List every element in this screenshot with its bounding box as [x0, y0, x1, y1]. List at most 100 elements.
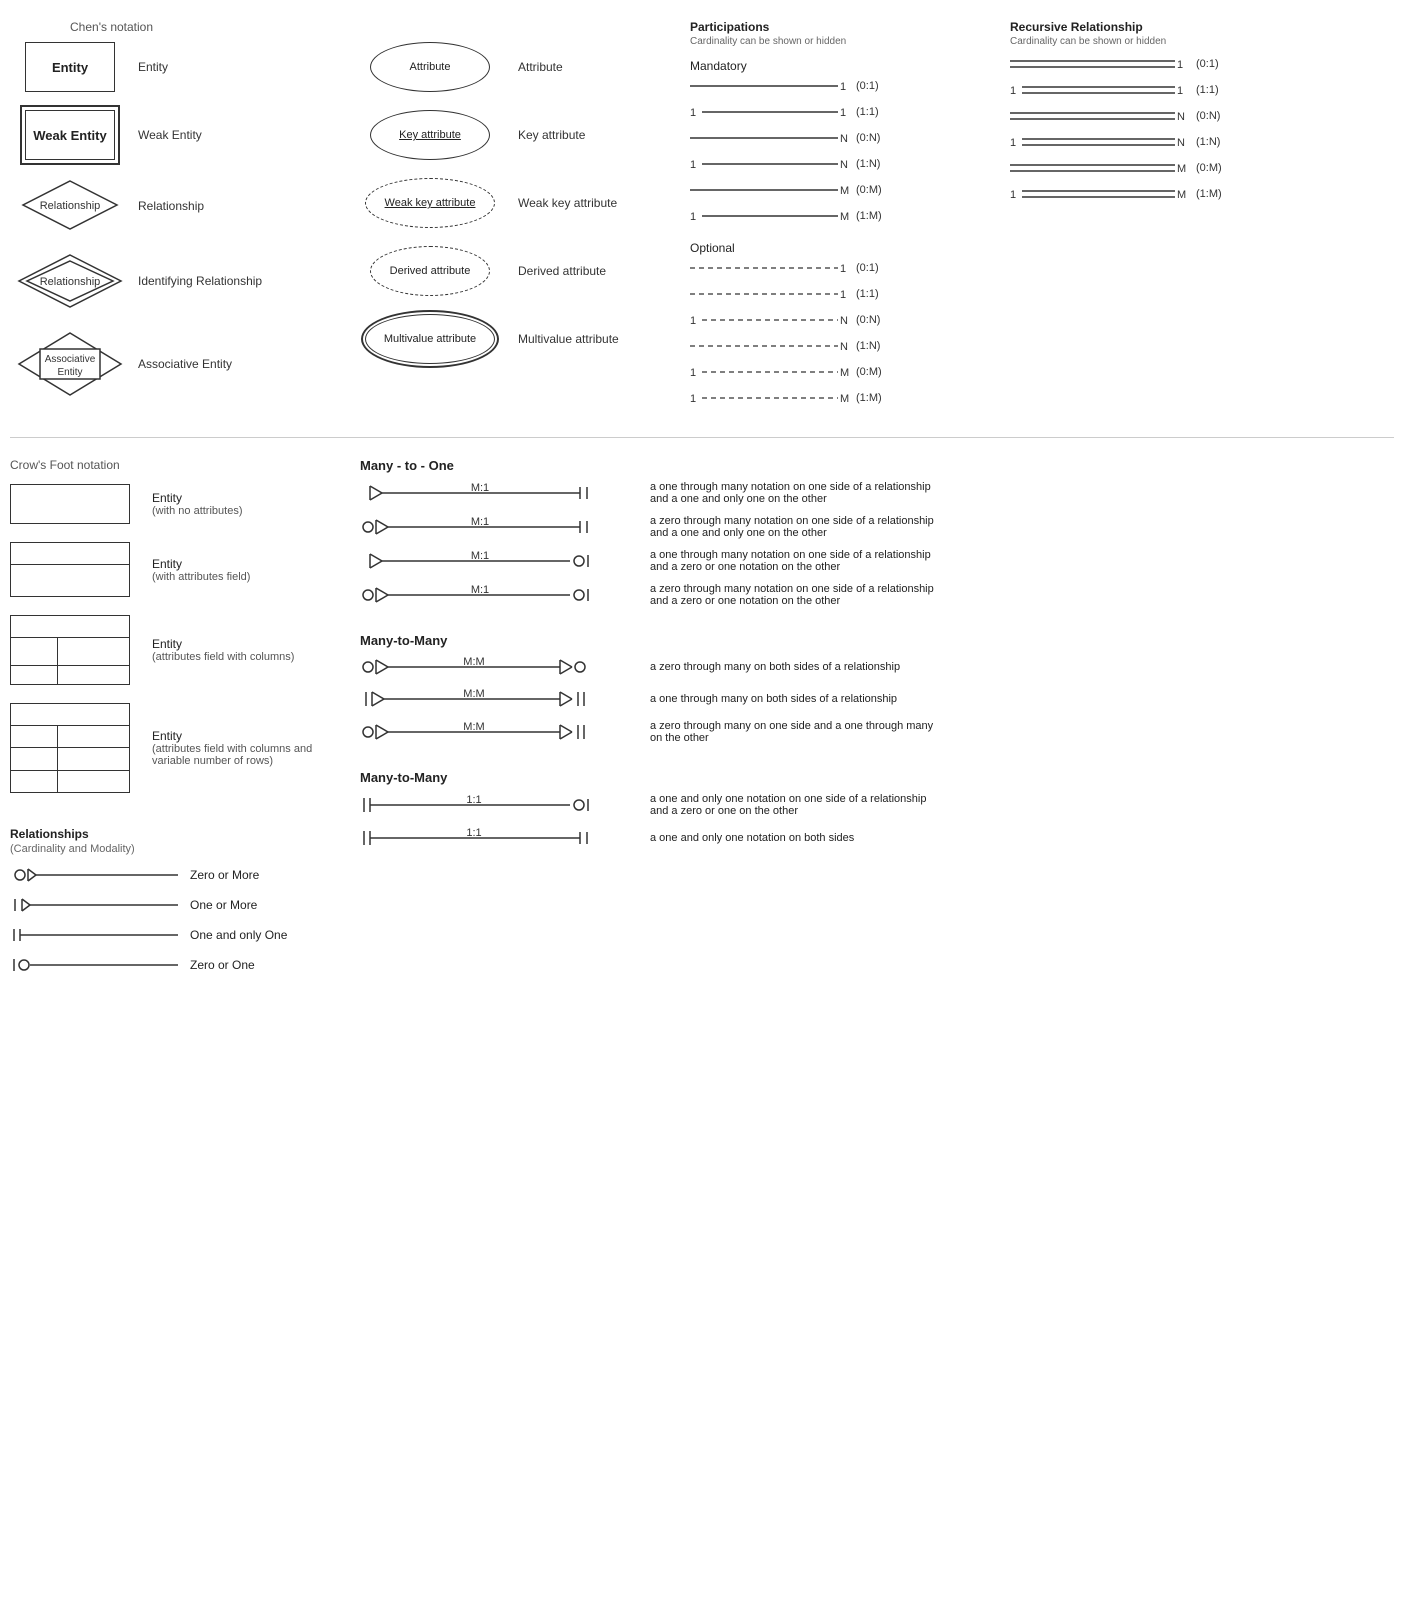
svg-text:M: M	[840, 211, 849, 223]
multivalue-attribute-oval: Multivalue attribute	[365, 314, 495, 364]
ce-box-3-middle	[11, 638, 129, 666]
m1-row-3: M:1 a one through many notation on one s…	[360, 549, 1394, 573]
crows-entity-with-cols: Entity (attributes field with columns)	[10, 615, 350, 685]
svg-text:M:M: M:M	[463, 656, 484, 668]
svg-text:1: 1	[840, 289, 846, 301]
mm-svg-3: M:M	[360, 721, 640, 743]
rec-notation-1-M: (1:M)	[1196, 188, 1222, 200]
svg-text:M: M	[840, 367, 849, 379]
part-notation-1-M: (1:M)	[856, 210, 882, 222]
crow-entity-with-rows-label: Entity (attributes field with columns an…	[152, 729, 332, 767]
svg-text:M: M	[840, 185, 849, 197]
crow-entity-with-attrs-label: Entity (with attributes field)	[152, 557, 332, 583]
svg-text:M:1: M:1	[471, 516, 489, 528]
ce-box-2-top	[11, 543, 129, 565]
chen-row-relationship: Relationship Relationship	[10, 178, 350, 233]
part-mandatory-0-N: N (0:N)	[690, 129, 1010, 147]
opt-notation-0-N: (0:N)	[856, 314, 880, 326]
attr-shape-attribute: Attribute	[350, 42, 510, 92]
svg-text:1: 1	[690, 159, 696, 171]
svg-text:Relationship: Relationship	[40, 200, 101, 212]
many-to-one-section: Many - to - One M:1	[360, 458, 1394, 617]
chen-row-identifying-rel: Relationship Identifying Relationship	[10, 251, 350, 311]
recursive-col: Recursive Relationship Cardinality can b…	[1010, 20, 1330, 417]
rec-row-1-N: 1 N (1:N)	[1010, 133, 1330, 151]
rec-row-0-1: 1 (0:1)	[1010, 55, 1330, 73]
part-line-1-M: 1 M	[690, 207, 850, 225]
assoc-entity-svg: Associative Entity	[15, 329, 125, 399]
key-attribute-oval: Key attribute	[370, 110, 490, 160]
crow-entity-with-attrs-shape	[10, 542, 140, 597]
chens-header: Chen's notation	[70, 20, 350, 34]
ce-box-4-row-1	[11, 726, 129, 748]
part-mandatory-1-M: 1 M (1:M)	[690, 207, 1010, 225]
ce-box-4-row3-left	[11, 771, 58, 792]
one-only-symbol	[10, 925, 180, 945]
participations-header: Participations	[690, 20, 1010, 34]
svg-text:1:1: 1:1	[466, 827, 481, 839]
key-attribute-label: Key attribute	[518, 128, 658, 142]
svg-text:1: 1	[690, 393, 696, 405]
attr-col: Attribute Attribute Key attribute Key at…	[350, 20, 690, 417]
crow-entity-with-cols-shape	[10, 615, 140, 685]
one-to-one-label: Many-to-Many	[360, 770, 1394, 785]
chen-row-weak-entity: Weak Entity Weak Entity	[10, 110, 350, 160]
attr-header	[400, 20, 690, 34]
rec-row-1-M: 1 M (1:M)	[1010, 185, 1330, 203]
zero-or-more-label: Zero or More	[190, 868, 259, 882]
attr-shape-key: Key attribute	[350, 110, 510, 160]
mm-desc-2: a one through many on both sides of a re…	[650, 693, 970, 705]
part-optional-1-M: 1 M (1:M)	[690, 389, 1010, 407]
11-svg-2: 1:1	[360, 827, 640, 849]
recursive-subheader: Cardinality can be shown or hidden	[1010, 36, 1330, 47]
recursive-header: Recursive Relationship	[1010, 20, 1330, 34]
m1-svg-2: M:1	[360, 516, 640, 538]
crows-center-panel: Many - to - One M:1	[350, 458, 1394, 985]
ce-box-2-bottom	[11, 565, 129, 596]
rec-line-0-1: 1	[1010, 55, 1190, 73]
part-dashed-0-M: 1 M	[690, 363, 850, 381]
ce-box-3-bot-left	[11, 666, 58, 684]
weak-key-oval: Weak key attribute	[365, 178, 495, 228]
chen-row-entity: Entity Entity	[10, 42, 350, 92]
svg-text:1: 1	[840, 81, 846, 93]
11-row-2: 1:1 a one and only one notation on both …	[360, 827, 1394, 849]
zero-or-more-symbol	[10, 865, 180, 885]
m1-row-1: M:1 a one through many notation on one s…	[360, 481, 1394, 505]
svg-text:N: N	[840, 159, 848, 171]
crows-header: Crow's Foot notation	[10, 458, 350, 472]
crow-symbol-one-only: One and only One	[10, 925, 350, 945]
ce-box-4-row2-left	[11, 748, 58, 769]
11-desc-2: a one and only one notation on both side…	[650, 832, 970, 844]
crows-entity-with-rows: Entity (attributes field with columns an…	[10, 703, 350, 793]
weak-key-attribute-label: Weak key attribute	[518, 196, 658, 210]
rec-line-1-1: 1 1	[1010, 81, 1190, 99]
part-line-0-1: 1	[690, 77, 850, 95]
ce-box-3-bot	[11, 666, 129, 684]
part-dashed-1-1: 1	[690, 285, 850, 303]
mm-svg-2: M:M	[360, 688, 640, 710]
opt-notation-1-N: (1:N)	[856, 340, 880, 352]
crow-symbol-zero-or-one: Zero or One	[10, 955, 350, 975]
identifying-diamond-svg: Relationship	[15, 251, 125, 311]
section-divider	[10, 437, 1394, 438]
crows-left-panel: Crow's Foot notation Entity (with no att…	[10, 458, 350, 985]
top-section: Chen's notation Entity Entity Weak Entit…	[10, 10, 1394, 427]
m1-svg-3: M:1	[360, 550, 640, 572]
rec-line-0-M: M	[1010, 159, 1190, 177]
attr-row-derived: Derived attribute Derived attribute	[350, 246, 690, 296]
part-line-0-M: M	[690, 181, 850, 199]
part-line-1-1: 1 1	[690, 103, 850, 121]
svg-text:N: N	[840, 133, 848, 145]
part-optional-1-1: 1 (1:1)	[690, 285, 1010, 303]
ce-box-3-bot-right	[58, 666, 129, 684]
svg-text:M: M	[840, 393, 849, 405]
crow-symbol-zero-or-more: Zero or More	[10, 865, 350, 885]
opt-notation-0-M: (0:M)	[856, 366, 882, 378]
mm-desc-1: a zero through many on both sides of a r…	[650, 661, 970, 673]
11-row-1: 1:1 a one and only one notation on one s…	[360, 793, 1394, 817]
relationship-label: Relationship	[138, 199, 278, 213]
relationship-diamond-svg: Relationship	[20, 178, 120, 233]
part-dashed-1-N: N	[690, 337, 850, 355]
ce-box-3-right	[58, 638, 129, 665]
